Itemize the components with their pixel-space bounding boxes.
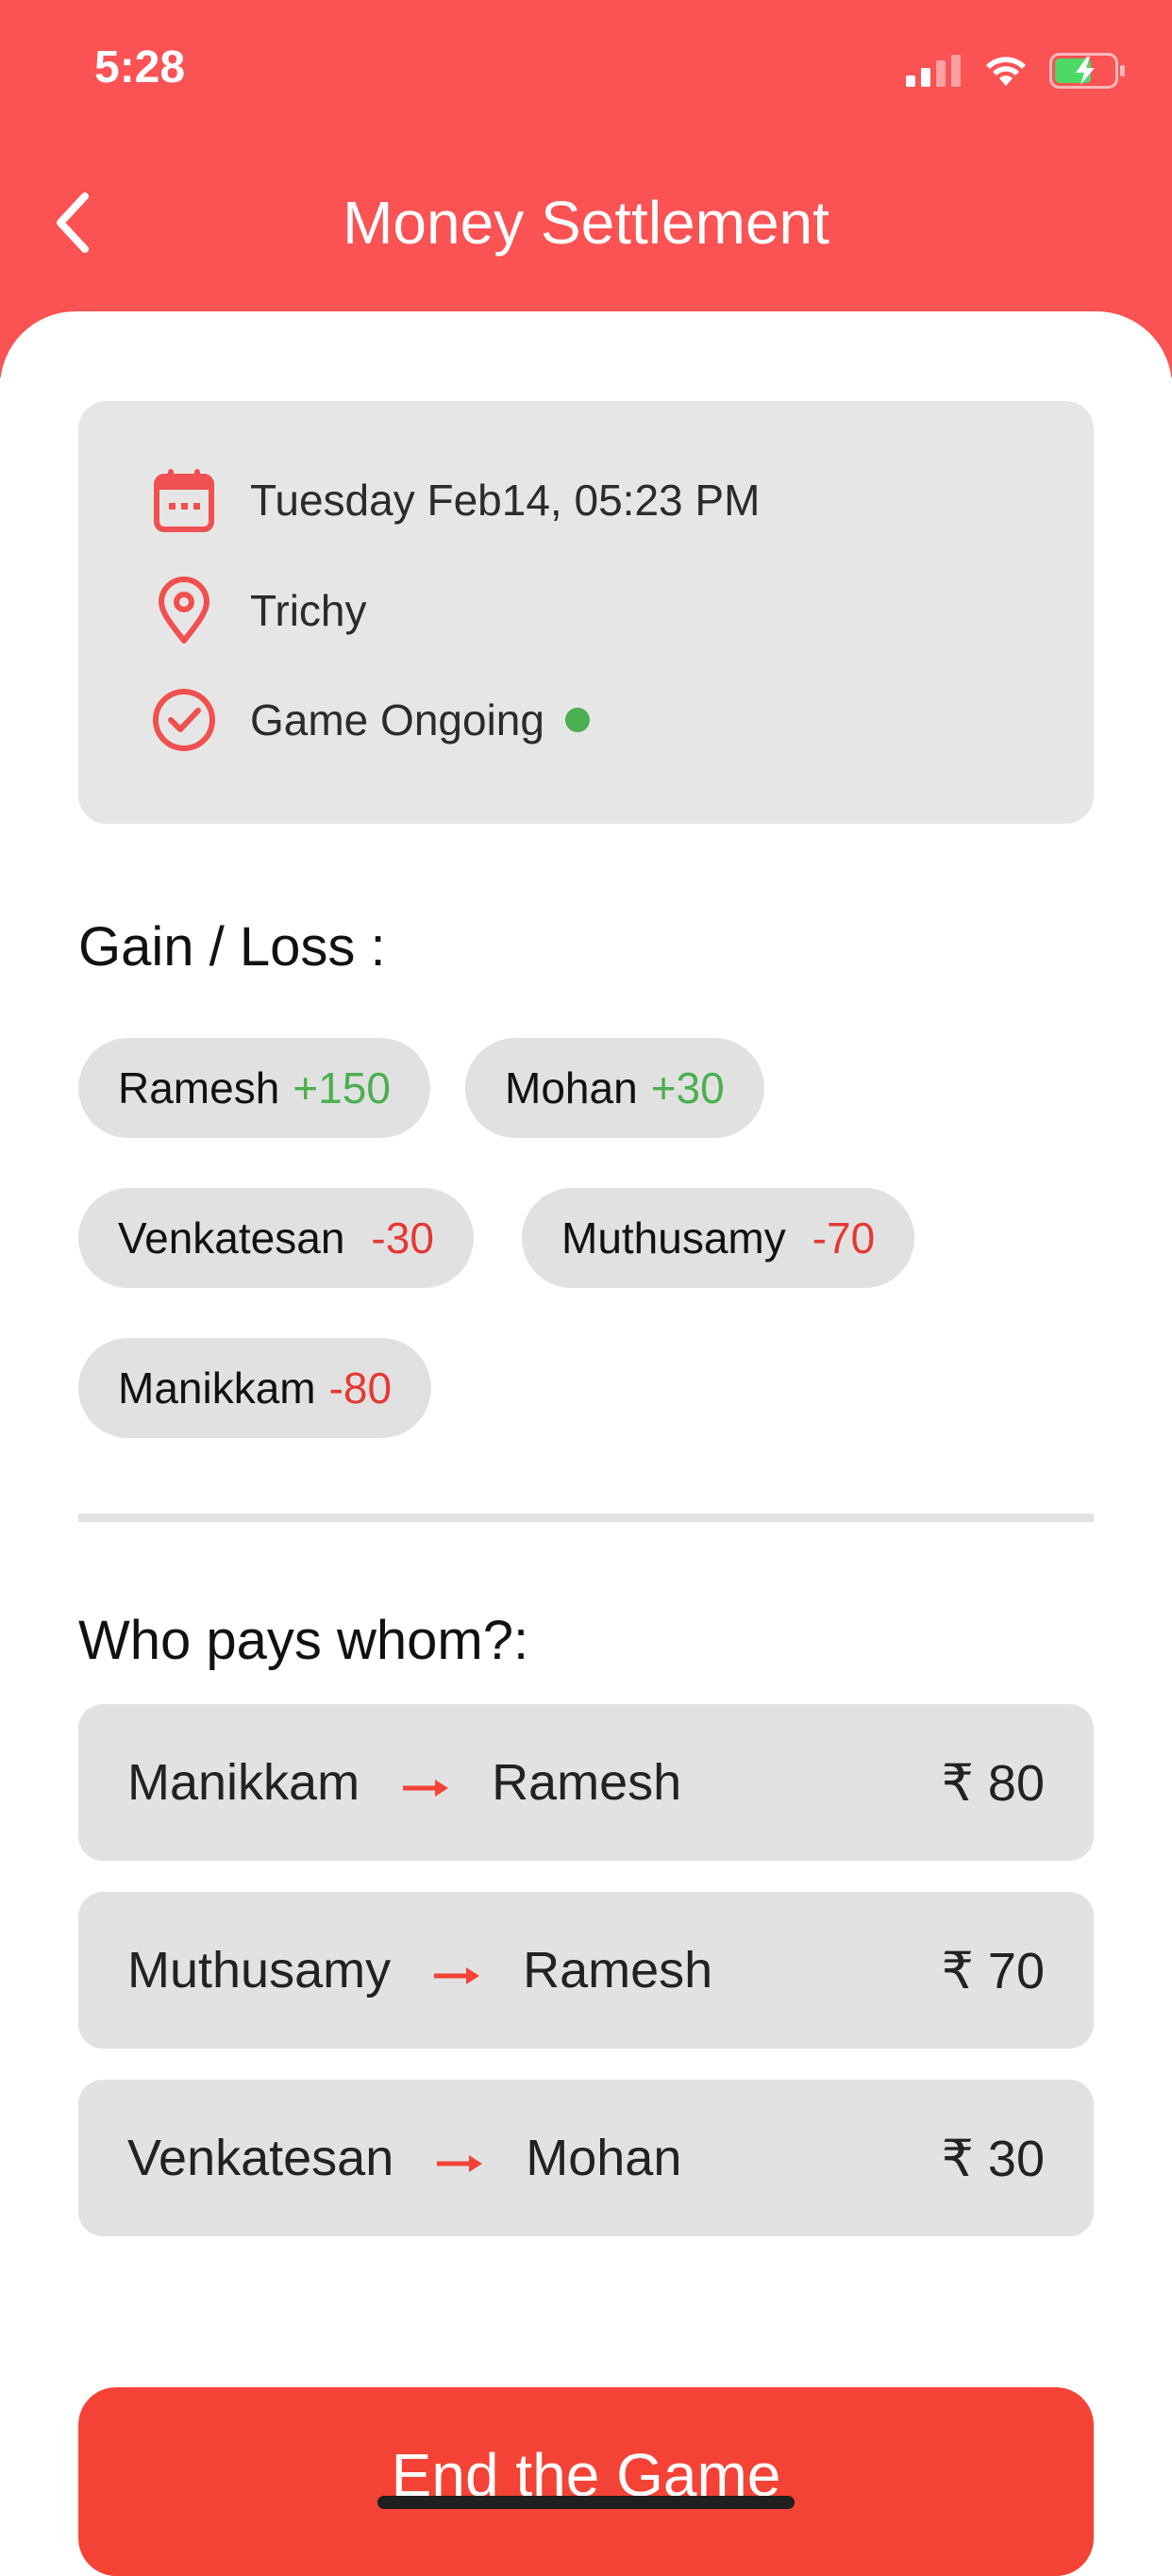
- payer-name: Venkatesan: [127, 2130, 394, 2186]
- arrow-right-icon: [432, 1941, 481, 1999]
- player-name: Venkatesan: [118, 1213, 345, 1263]
- player-chip: Muthusamy -70: [522, 1188, 915, 1288]
- payment-row: Muthusamy Ramesh ₹ 70: [78, 1892, 1094, 2049]
- signal-icon: [906, 55, 961, 87]
- player-chip: Manikkam -80: [78, 1338, 432, 1438]
- arrow-right-icon: [401, 1753, 450, 1812]
- battery-charging-icon: [1049, 53, 1125, 89]
- location-pin-icon: [146, 573, 222, 648]
- player-amount: +150: [293, 1063, 391, 1112]
- player-name: Manikkam: [118, 1363, 316, 1413]
- player-name: Mohan: [505, 1063, 638, 1112]
- status-row: Game Ongoing: [146, 682, 590, 758]
- player-chip: Ramesh +150: [78, 1038, 430, 1138]
- game-info-card: Tuesday Feb14, 05:23 PM Trichy Game Ongo…: [78, 401, 1094, 824]
- end-game-button[interactable]: End the Game: [78, 2387, 1094, 2576]
- player-name: Ramesh: [118, 1063, 280, 1112]
- home-indicator[interactable]: [377, 2496, 795, 2509]
- payments-title: Who pays whom?:: [78, 1610, 529, 1671]
- status-time: 5:28: [94, 42, 186, 92]
- game-location: Trichy: [250, 586, 367, 635]
- player-amount: +30: [650, 1063, 725, 1112]
- live-status-dot: [564, 708, 590, 732]
- payee-name: Ramesh: [523, 1942, 713, 1999]
- payee-name: Mohan: [526, 2130, 682, 2186]
- status-icons: [906, 49, 1127, 92]
- page-title: Money Settlement: [343, 189, 829, 257]
- payment-row: Venkatesan Mohan ₹ 30: [78, 2080, 1094, 2236]
- datetime-row: Tuesday Feb14, 05:23 PM: [146, 462, 760, 538]
- check-circle-icon: [146, 682, 222, 758]
- payee-name: Ramesh: [492, 1754, 682, 1811]
- location-row: Trichy: [146, 573, 367, 648]
- player-amount: -80: [328, 1363, 393, 1413]
- player-amount: -70: [812, 1213, 876, 1263]
- payment-row: Manikkam Ramesh ₹ 80: [78, 1704, 1094, 1861]
- section-divider: [78, 1514, 1094, 1522]
- player-amount: -30: [371, 1213, 434, 1263]
- gain-loss-title: Gain / Loss :: [78, 916, 386, 978]
- payer-name: Manikkam: [127, 1754, 360, 1811]
- game-datetime: Tuesday Feb14, 05:23 PM: [250, 476, 761, 525]
- payment-amount: ₹ 30: [941, 2130, 1045, 2187]
- arrow-right-icon: [435, 2129, 484, 2187]
- player-chip: Mohan +30: [465, 1038, 764, 1138]
- wifi-icon: [986, 57, 1026, 86]
- game-status: Game Ongoing: [250, 695, 544, 744]
- calendar-icon: [146, 462, 222, 538]
- player-name: Muthusamy: [561, 1213, 786, 1263]
- player-chip: Venkatesan -30: [78, 1188, 474, 1288]
- payer-name: Muthusamy: [127, 1942, 392, 1999]
- payment-amount: ₹ 70: [941, 1942, 1045, 1999]
- payment-amount: ₹ 80: [941, 1754, 1045, 1812]
